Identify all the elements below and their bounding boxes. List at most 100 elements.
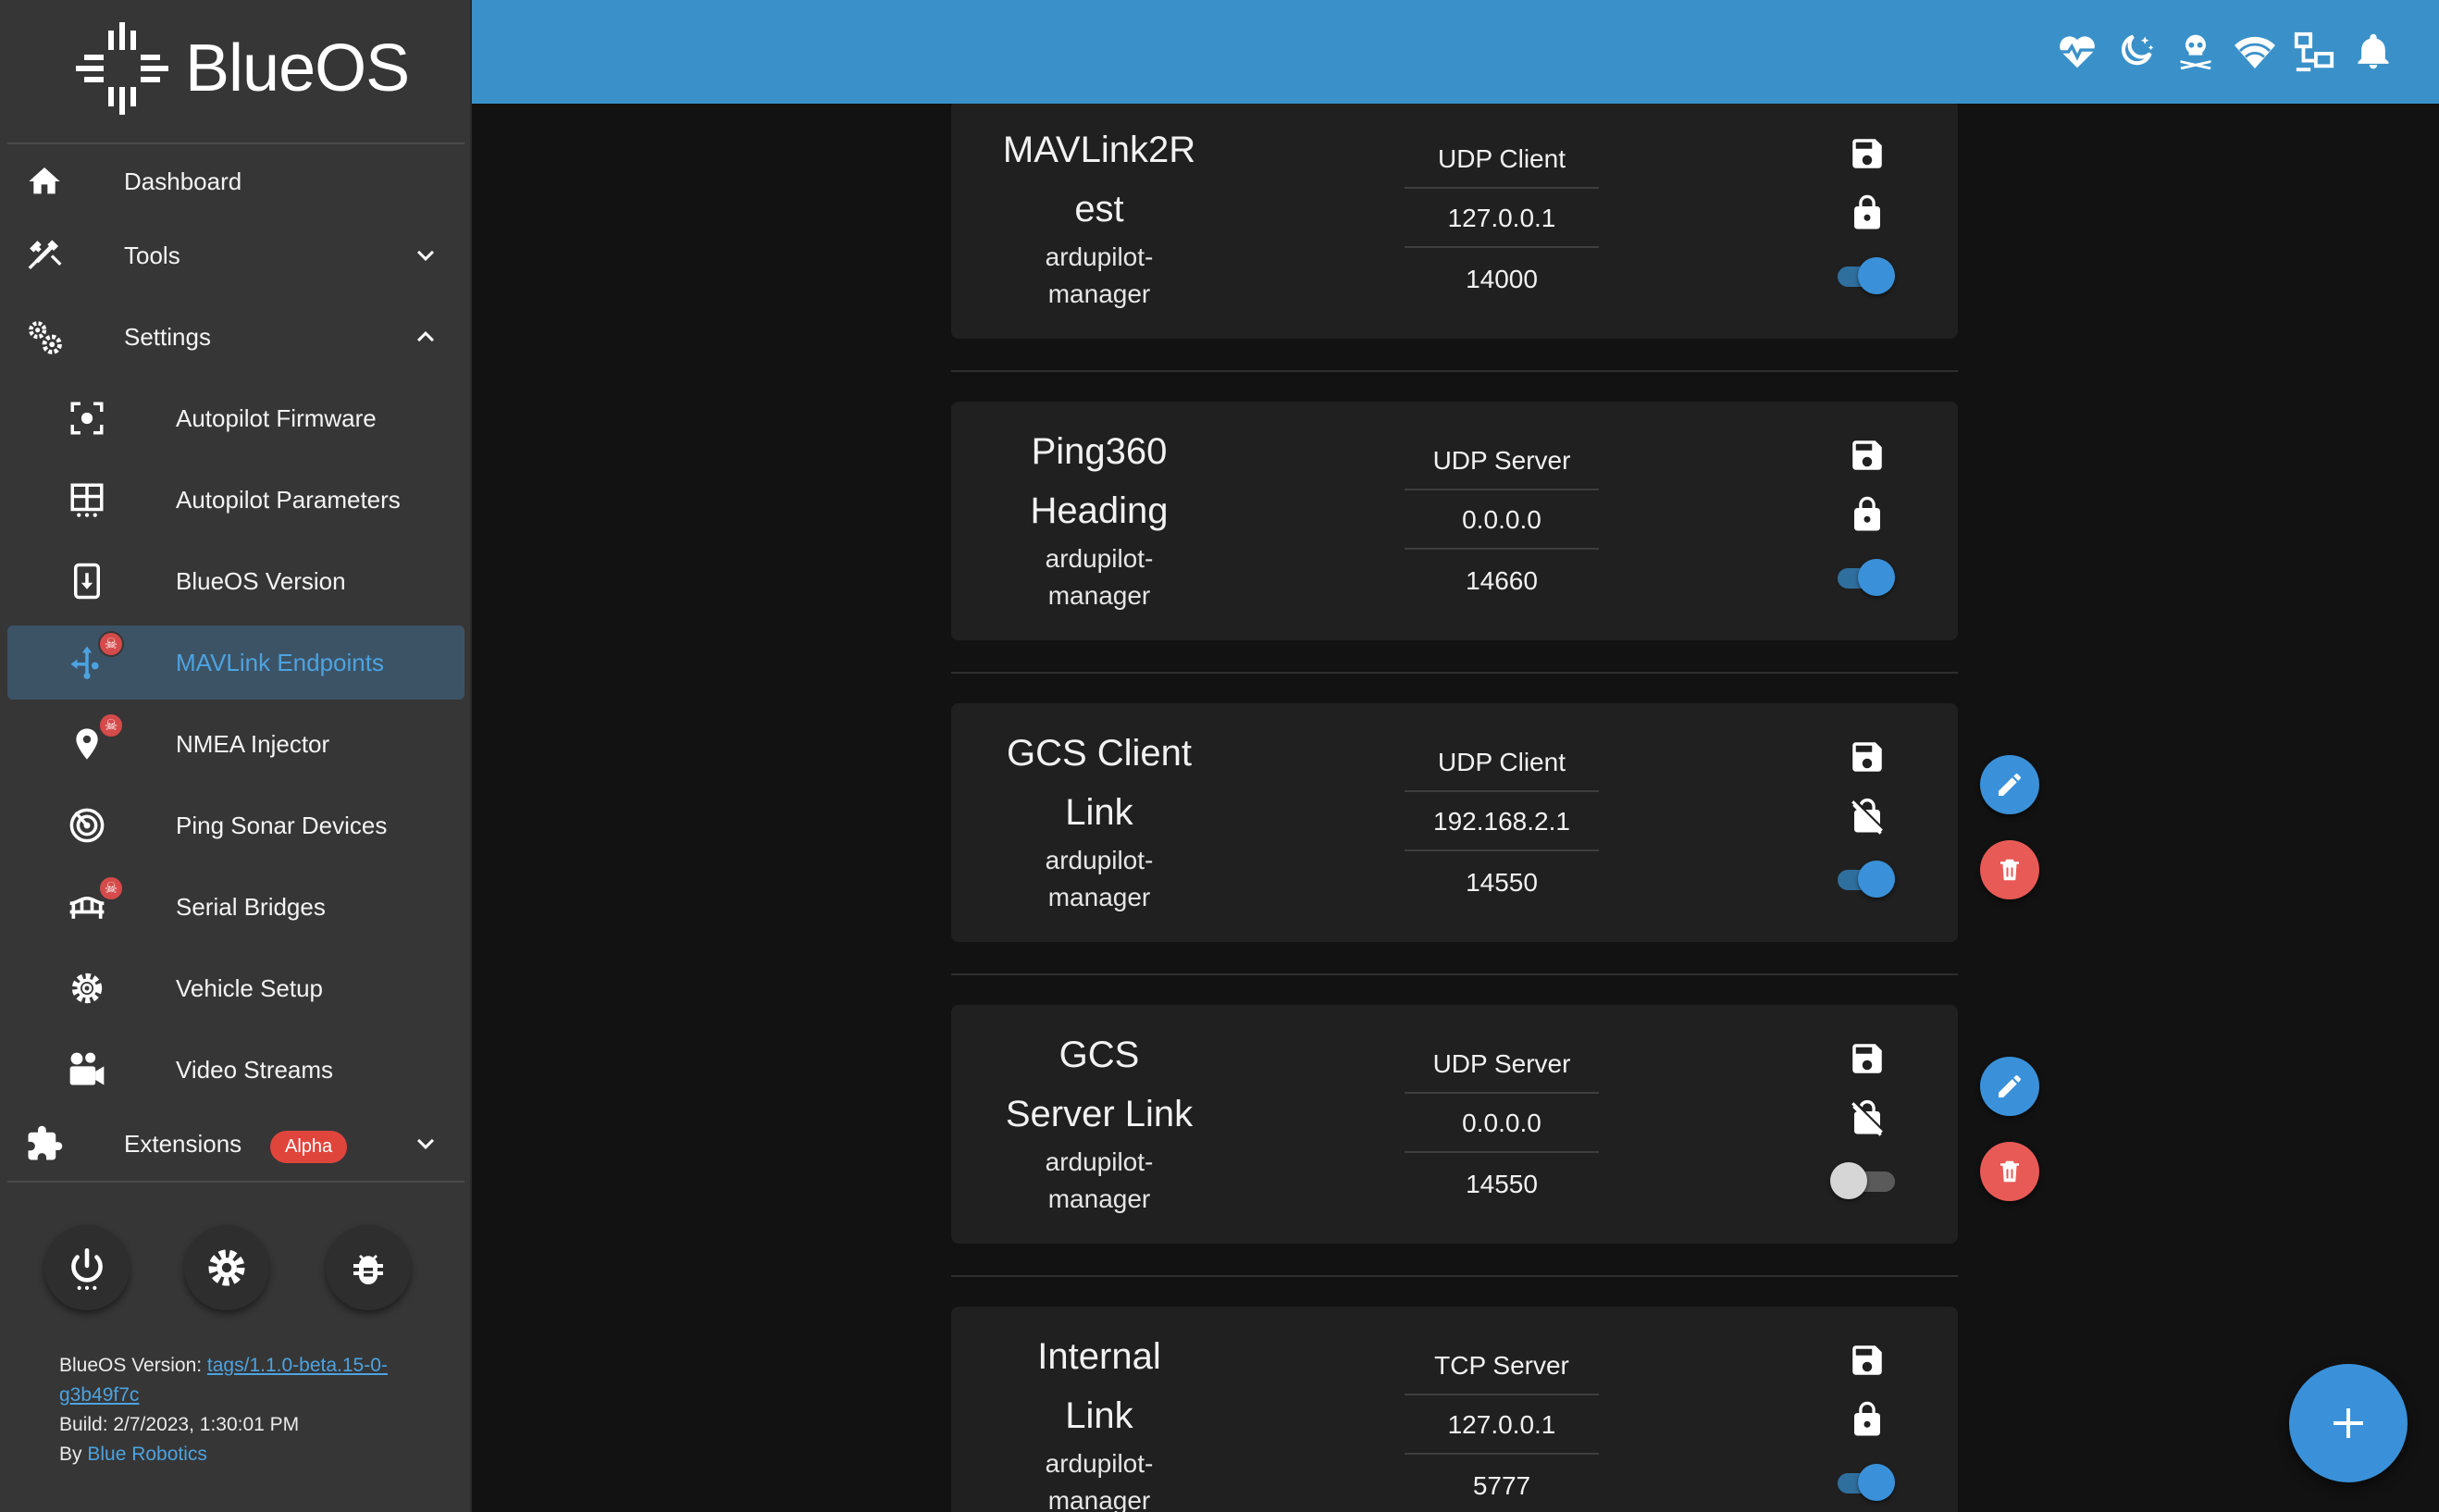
app-bar-icons <box>2054 26 2396 78</box>
table-icon <box>65 477 109 522</box>
sidebar-item-vehicle-setup[interactable]: Vehicle Setup <box>7 951 464 1025</box>
endpoint-owner: ardupilot-manager <box>1045 1449 1154 1512</box>
endpoint-enabled-toggle[interactable] <box>1830 1462 1895 1503</box>
endpoint-owner: ardupilot-manager <box>1045 846 1154 911</box>
sidebar-item-autopilot-parameters[interactable]: Autopilot Parameters <box>7 463 464 537</box>
endpoint-card: GCS Server Link ardupilot-manager UDP Ser… <box>951 1005 1958 1244</box>
endpoint-ip: 0.0.0.0 <box>1405 1094 1599 1153</box>
video-camera-icon <box>65 1047 109 1092</box>
sidebar-item-label: Vehicle Setup <box>176 973 324 1002</box>
edit-endpoint-button[interactable] <box>1980 1057 2039 1116</box>
sidebar-item-label: Extensions <box>124 1129 242 1158</box>
tools-icon <box>22 233 67 278</box>
settings-icon <box>22 315 67 359</box>
mavlink-endpoints-page: MAVLink2R est ardupilot-manager UDP Clien… <box>472 104 2439 1512</box>
endpoint-enabled-toggle[interactable] <box>1830 859 1895 899</box>
power-button[interactable] <box>44 1225 130 1310</box>
lock-icon <box>1845 191 1889 235</box>
pirate-mode-icon[interactable] <box>2173 26 2219 78</box>
sidebar-item-label: Dashboard <box>124 167 242 195</box>
sidebar-item-ping-sonar-devices[interactable]: Ping Sonar Devices <box>7 788 464 862</box>
endpoint-owner: ardupilot-manager <box>1045 242 1154 308</box>
sidebar-item-label: Settings <box>124 322 211 351</box>
pencil-icon <box>1999 1075 2021 1097</box>
endpoint-owner: ardupilot-manager <box>1045 1147 1154 1213</box>
endpoint-ip: 127.0.0.1 <box>1405 189 1599 248</box>
endpoint-enabled-toggle[interactable] <box>1830 255 1895 296</box>
pirate-badge-icon: ☠ <box>98 713 124 738</box>
blue-robotics-link[interactable]: Blue Robotics <box>87 1444 207 1465</box>
notifications-bell-icon[interactable] <box>2350 26 2396 78</box>
night-mode-icon[interactable] <box>2113 26 2160 78</box>
home-icon <box>22 159 67 204</box>
delete-endpoint-button[interactable] <box>1980 1142 2039 1201</box>
edit-endpoint-button[interactable] <box>1980 755 2039 814</box>
navigation-drawer: BlueOS Dashboard Tools Settings Autopilo… <box>0 0 472 1512</box>
plus-icon <box>2334 1408 2363 1438</box>
endpoint-name: Ping360 Heading <box>1030 431 1169 531</box>
save-icon <box>1845 131 1889 176</box>
lock-off-icon <box>1845 794 1889 838</box>
lock-icon <box>1845 1397 1889 1442</box>
endpoint-enabled-toggle[interactable] <box>1830 1160 1895 1201</box>
chevron-up-icon <box>417 331 434 342</box>
app-bar <box>472 0 2439 104</box>
endpoint-port: 14550 <box>1466 1170 1538 1198</box>
alpha-badge: Alpha <box>270 1131 348 1163</box>
gear-icon <box>208 1249 245 1286</box>
trash-icon <box>2000 859 2019 881</box>
endpoint-enabled-toggle[interactable] <box>1830 557 1895 598</box>
sidebar-item-label: Serial Bridges <box>176 892 326 921</box>
lock-off-icon <box>1845 1096 1889 1140</box>
report-bug-button[interactable] <box>326 1225 411 1310</box>
app-name: BlueOS <box>185 31 410 105</box>
endpoint-card: Internal Link ardupilot-manager TCP Serve… <box>951 1307 1958 1512</box>
endpoint-card: Ping360 Heading ardupilot-manager UDP Ser… <box>951 402 1958 640</box>
sidebar-item-tools[interactable]: Tools <box>7 218 464 292</box>
version-info: BlueOS Version: tags/1.1.0-beta.15-0-g3b… <box>59 1351 448 1469</box>
save-icon <box>1845 1338 1889 1382</box>
wifi-icon[interactable] <box>2232 26 2278 78</box>
blueos-logo-icon <box>76 22 168 115</box>
version-label: BlueOS Version: <box>59 1355 207 1376</box>
endpoint-port: 14550 <box>1466 868 1538 897</box>
power-icon <box>71 1247 103 1290</box>
autopilot-firmware-icon <box>65 396 109 440</box>
sidebar-item-extensions[interactable]: Extensions Alpha <box>7 1107 464 1181</box>
endpoint-card: GCS Client Link ardupilot-manager UDP Cli… <box>951 703 1958 942</box>
settings-button[interactable] <box>184 1225 269 1310</box>
save-icon <box>1845 433 1889 477</box>
heartbeat-icon[interactable] <box>2054 26 2100 78</box>
endpoint-type: UDP Server <box>1405 431 1599 490</box>
delete-endpoint-button[interactable] <box>1980 840 2039 899</box>
add-endpoint-button[interactable] <box>2289 1364 2408 1482</box>
endpoint-name: Internal Link <box>1037 1336 1161 1436</box>
network-icon[interactable] <box>2291 26 2337 78</box>
download-icon <box>65 559 109 603</box>
sidebar-item-label: Autopilot Firmware <box>176 403 377 432</box>
sidebar-item-nmea-injector[interactable]: ☠ NMEA Injector <box>7 707 464 781</box>
sidebar-item-settings[interactable]: Settings <box>7 300 464 374</box>
sonar-icon <box>65 803 109 848</box>
sidebar-item-autopilot-firmware[interactable]: Autopilot Firmware <box>7 381 464 455</box>
sidebar-item-video-streams[interactable]: Video Streams <box>7 1033 464 1107</box>
endpoint-ip: 192.168.2.1 <box>1405 792 1599 851</box>
sidebar-item-mavlink-endpoints[interactable]: ☠ MAVLink Endpoints <box>7 626 464 700</box>
card-separator <box>951 672 1958 674</box>
endpoint-type: UDP Client <box>1405 733 1599 792</box>
endpoint-card: MAVLink2R est ardupilot-manager UDP Clien… <box>951 104 1958 339</box>
endpoint-ip: 0.0.0.0 <box>1405 490 1599 550</box>
endpoint-type: UDP Client <box>1405 130 1599 189</box>
sidebar-item-blueos-version[interactable]: BlueOS Version <box>7 544 464 618</box>
card-separator <box>951 973 1958 975</box>
sidebar-item-dashboard[interactable]: Dashboard <box>7 144 464 218</box>
sidebar-item-serial-bridges[interactable]: ☠ Serial Bridges <box>7 870 464 944</box>
gear-icon <box>65 966 109 1010</box>
chevron-down-icon <box>417 250 434 261</box>
endpoint-name: MAVLink2R est <box>1002 130 1196 229</box>
card-separator <box>951 370 1958 372</box>
pencil-icon <box>1999 774 2021 796</box>
sidebar-item-label: NMEA Injector <box>176 729 330 758</box>
sidebar-item-label: Tools <box>124 241 180 269</box>
blueos-logo[interactable]: BlueOS <box>76 20 410 117</box>
